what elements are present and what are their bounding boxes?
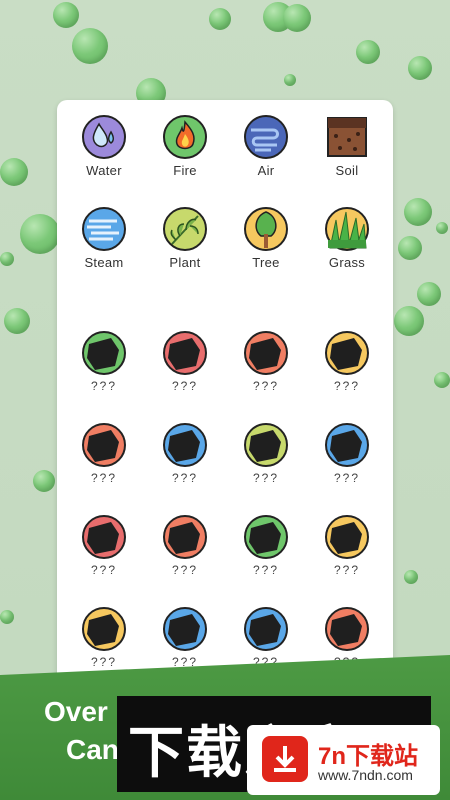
locked-silhouette-icon (163, 607, 207, 651)
bubble (404, 198, 432, 226)
locked-label: ??? (333, 379, 361, 393)
element-label: Water (86, 163, 122, 178)
bubble (408, 56, 432, 80)
locked-label: ??? (171, 563, 199, 577)
locked-label: ??? (333, 471, 361, 485)
bubble (436, 222, 448, 234)
locked-silhouette-icon (244, 515, 288, 559)
bubble (417, 282, 441, 306)
element-soil[interactable]: Soil (312, 114, 382, 178)
locked-silhouette-icon (82, 515, 126, 559)
locked-element[interactable]: ??? (312, 514, 382, 577)
plant-leaf-icon (163, 207, 207, 251)
promo-text-line2: Can (66, 734, 119, 765)
locked-label: ??? (333, 563, 361, 577)
locked-label: ??? (171, 471, 199, 485)
locked-silhouette-icon (325, 515, 369, 559)
locked-silhouette-icon (244, 607, 288, 651)
locked-label: ??? (252, 379, 280, 393)
fire-icon (163, 115, 207, 159)
bubble (72, 28, 108, 64)
locked-label: ??? (252, 563, 280, 577)
element-label: Air (257, 163, 275, 178)
locked-element[interactable]: ??? (69, 606, 139, 669)
locked-element[interactable]: ??? (312, 422, 382, 485)
bubble (434, 372, 450, 388)
locked-element[interactable]: ??? (69, 514, 139, 577)
locked-silhouette-icon (244, 423, 288, 467)
watermark-url: www.7ndn.com (318, 767, 413, 783)
element-label: Fire (173, 163, 197, 178)
bubble (0, 252, 14, 266)
locked-silhouette-icon (163, 331, 207, 375)
element-label: Grass (328, 255, 366, 270)
locked-element[interactable]: ??? (69, 330, 139, 393)
element-label: Plant (169, 255, 201, 270)
bubble (356, 40, 380, 64)
locked-silhouette-icon (325, 607, 369, 651)
bubble (283, 4, 311, 32)
locked-silhouette-icon (244, 331, 288, 375)
element-grid-card: Water Fire Air Soil Steam Plant Tree Gra… (57, 100, 393, 700)
element-label: Steam (84, 255, 124, 270)
element-steam[interactable]: Steam (69, 206, 139, 270)
locked-label: ??? (171, 379, 199, 393)
locked-element[interactable]: ??? (69, 422, 139, 485)
bubble (33, 470, 55, 492)
download-logo-icon (262, 736, 308, 782)
locked-label: ??? (90, 379, 118, 393)
element-label: Soil (335, 163, 359, 178)
element-water[interactable]: Water (69, 114, 139, 178)
bubble (4, 308, 30, 334)
element-fire[interactable]: Fire (150, 114, 220, 178)
bubble (284, 74, 296, 86)
water-drops-icon (82, 115, 126, 159)
locked-element[interactable]: ??? (150, 422, 220, 485)
locked-element[interactable]: ??? (150, 330, 220, 393)
bubble (53, 2, 79, 28)
locked-element[interactable]: ??? (312, 330, 382, 393)
locked-label: ??? (90, 563, 118, 577)
bubble (0, 158, 28, 186)
bubble (0, 610, 14, 624)
locked-element[interactable]: ??? (231, 422, 301, 485)
bubble (404, 570, 418, 584)
locked-silhouette-icon (82, 331, 126, 375)
element-air[interactable]: Air (231, 114, 301, 178)
tree-icon (244, 207, 288, 251)
locked-element[interactable]: ??? (231, 606, 301, 669)
locked-silhouette-icon (325, 423, 369, 467)
bubble (394, 306, 424, 336)
bubble (209, 8, 231, 30)
element-label: Tree (252, 255, 280, 270)
locked-label: ??? (90, 655, 118, 669)
locked-element[interactable]: ??? (150, 514, 220, 577)
locked-label: ??? (252, 471, 280, 485)
locked-element[interactable]: ??? (231, 330, 301, 393)
bubble (398, 236, 422, 260)
soil-icon (327, 117, 367, 157)
element-tree[interactable]: Tree (231, 206, 301, 270)
locked-element[interactable]: ??? (231, 514, 301, 577)
bubble (20, 214, 60, 254)
locked-element[interactable]: ??? (150, 606, 220, 669)
grass-icon (325, 207, 369, 251)
steam-icon (82, 207, 126, 251)
locked-silhouette-icon (163, 423, 207, 467)
air-swirl-icon (244, 115, 288, 159)
element-grass[interactable]: Grass (312, 206, 382, 270)
promo-text-line1: Over (44, 696, 108, 727)
locked-silhouette-icon (82, 423, 126, 467)
watermark-site-name: 7n下载站 (318, 743, 419, 770)
locked-silhouette-icon (82, 607, 126, 651)
locked-silhouette-icon (325, 331, 369, 375)
locked-label: ??? (90, 471, 118, 485)
locked-silhouette-icon (163, 515, 207, 559)
element-plant[interactable]: Plant (150, 206, 220, 270)
